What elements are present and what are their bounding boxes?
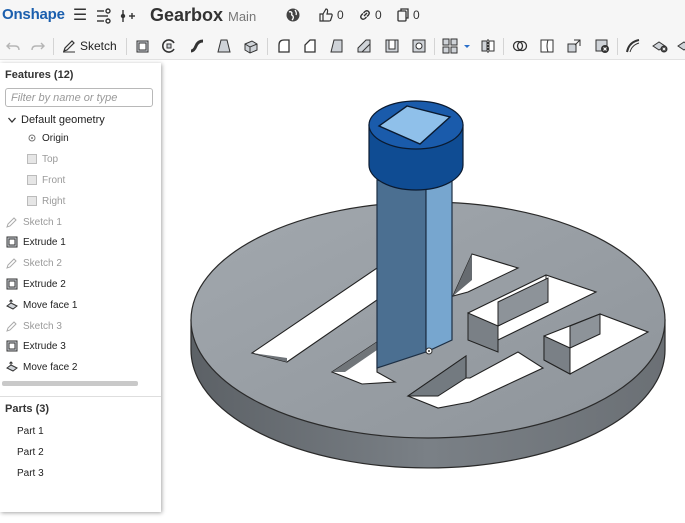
copy-icon[interactable]	[394, 7, 412, 25]
plane-icon	[27, 196, 37, 206]
draft-icon[interactable]	[329, 38, 345, 54]
branch-name[interactable]: Main	[228, 9, 256, 24]
toolbar-separator	[53, 38, 54, 55]
insert-icon[interactable]	[120, 7, 138, 25]
sketch-button-label: Sketch	[80, 39, 117, 53]
feature-row-extrude-2[interactable]: Extrude 2	[6, 275, 66, 293]
toolbar-separator	[434, 38, 435, 55]
extrude-icon	[6, 236, 18, 248]
feature-row-sketch-2[interactable]: Sketch 2	[6, 254, 62, 272]
features-heading: Features (12)	[5, 69, 74, 81]
extrude-icon	[6, 278, 18, 290]
plane-row-top[interactable]: Top	[27, 150, 58, 168]
sketch-pencil-icon	[6, 257, 18, 269]
plane-row-front[interactable]: Front	[27, 171, 65, 189]
move-face-icon	[6, 361, 18, 373]
feature-list-scrollbar[interactable]	[2, 381, 138, 386]
sketch-button[interactable]: Sketch	[62, 37, 117, 55]
like-icon[interactable]	[317, 7, 335, 25]
link-count: 0	[375, 8, 382, 22]
default-geometry-label: Default geometry	[21, 114, 105, 126]
hole-icon[interactable]	[411, 38, 427, 54]
copy-count: 0	[413, 8, 420, 22]
rib-icon[interactable]	[356, 38, 372, 54]
thicken-icon[interactable]	[243, 38, 259, 54]
plane-label: Front	[42, 174, 66, 186]
feature-label: Sketch 3	[23, 320, 62, 332]
feature-label: Sketch 1	[23, 216, 62, 228]
pattern-icon[interactable]	[442, 38, 458, 54]
boolean-icon[interactable]	[512, 38, 528, 54]
part-row[interactable]: Part 3	[17, 468, 44, 479]
pencil-icon	[62, 39, 76, 53]
feature-label: Extrude 2	[23, 278, 66, 290]
panel-divider	[0, 396, 161, 397]
plane-label: Top	[42, 153, 59, 165]
sweep-icon[interactable]	[189, 38, 205, 54]
document-title[interactable]: Gearbox	[150, 5, 223, 26]
feature-row-sketch-1[interactable]: Sketch 1	[6, 213, 62, 231]
delete-part-icon[interactable]	[594, 38, 610, 54]
redo-icon[interactable]	[30, 38, 46, 54]
shaft-side-face[interactable]	[425, 179, 453, 353]
feature-row-move-face-2[interactable]: Move face 2	[6, 358, 77, 376]
feature-label: Sketch 2	[23, 257, 62, 269]
feature-label: Extrude 1	[23, 236, 66, 248]
move-face-icon[interactable]	[677, 38, 685, 54]
mirror-icon[interactable]	[480, 38, 496, 54]
parts-heading: Parts (3)	[5, 403, 50, 415]
onshape-logo[interactable]: Onshape	[2, 6, 65, 23]
shaft-front-face[interactable]	[376, 179, 427, 369]
like-count: 0	[337, 8, 344, 22]
modify-fillet-icon[interactable]	[625, 38, 641, 54]
extrude-icon[interactable]	[135, 38, 151, 54]
pattern-dropdown-chevron-down-icon[interactable]	[462, 38, 472, 54]
feature-label: Extrude 3	[23, 340, 66, 352]
origin-icon	[27, 133, 37, 143]
fillet-icon[interactable]	[276, 38, 292, 54]
extrude-icon	[6, 340, 18, 352]
undo-icon[interactable]	[5, 38, 21, 54]
graphics-viewport[interactable]	[161, 61, 685, 523]
part-row[interactable]: Part 1	[17, 426, 44, 437]
shell-icon[interactable]	[384, 38, 400, 54]
chamfer-icon[interactable]	[302, 38, 318, 54]
feature-label: Move face 2	[23, 361, 78, 373]
plane-icon	[27, 154, 37, 164]
link-icon[interactable]	[356, 7, 374, 25]
feature-toolbar: Sketch	[0, 32, 685, 60]
toolbar-separator	[267, 38, 268, 55]
model-render[interactable]	[161, 61, 685, 523]
top-bar: Onshape ☰ Gearbox Main 0 0 0	[0, 0, 685, 32]
document-tabs-icon[interactable]	[95, 7, 113, 25]
feature-row-sketch-3[interactable]: Sketch 3	[6, 317, 62, 335]
plane-icon	[27, 175, 37, 185]
plane-row-right[interactable]: Right	[27, 192, 65, 210]
toolbar-separator	[126, 38, 127, 55]
origin-label: Origin	[42, 132, 69, 144]
feature-list-panel: Features (12) Default geometry Origin To…	[0, 63, 161, 512]
feature-row-move-face-1[interactable]: Move face 1	[6, 296, 77, 314]
split-icon[interactable]	[539, 38, 555, 54]
feature-filter-input[interactable]	[5, 88, 153, 107]
delete-face-icon[interactable]	[652, 38, 668, 54]
plane-label: Right	[42, 195, 66, 207]
chevron-down-icon[interactable]	[7, 115, 17, 125]
hamburger-menu-icon[interactable]: ☰	[71, 7, 89, 25]
toolbar-separator	[617, 38, 618, 55]
toolbar-separator	[503, 38, 504, 55]
revolve-icon[interactable]	[161, 38, 177, 54]
move-face-icon	[6, 299, 18, 311]
transform-icon[interactable]	[566, 38, 582, 54]
default-geometry-row[interactable]: Default geometry	[7, 111, 105, 129]
loft-icon[interactable]	[216, 38, 232, 54]
feature-row-extrude-3[interactable]: Extrude 3	[6, 337, 66, 355]
globe-icon[interactable]	[284, 7, 302, 25]
sketch-pencil-icon	[6, 216, 18, 228]
feature-label: Move face 1	[23, 299, 78, 311]
sketch-pencil-icon	[6, 320, 18, 332]
part-row[interactable]: Part 2	[17, 447, 44, 458]
origin-row[interactable]: Origin	[27, 129, 69, 147]
feature-row-extrude-1[interactable]: Extrude 1	[6, 233, 66, 251]
